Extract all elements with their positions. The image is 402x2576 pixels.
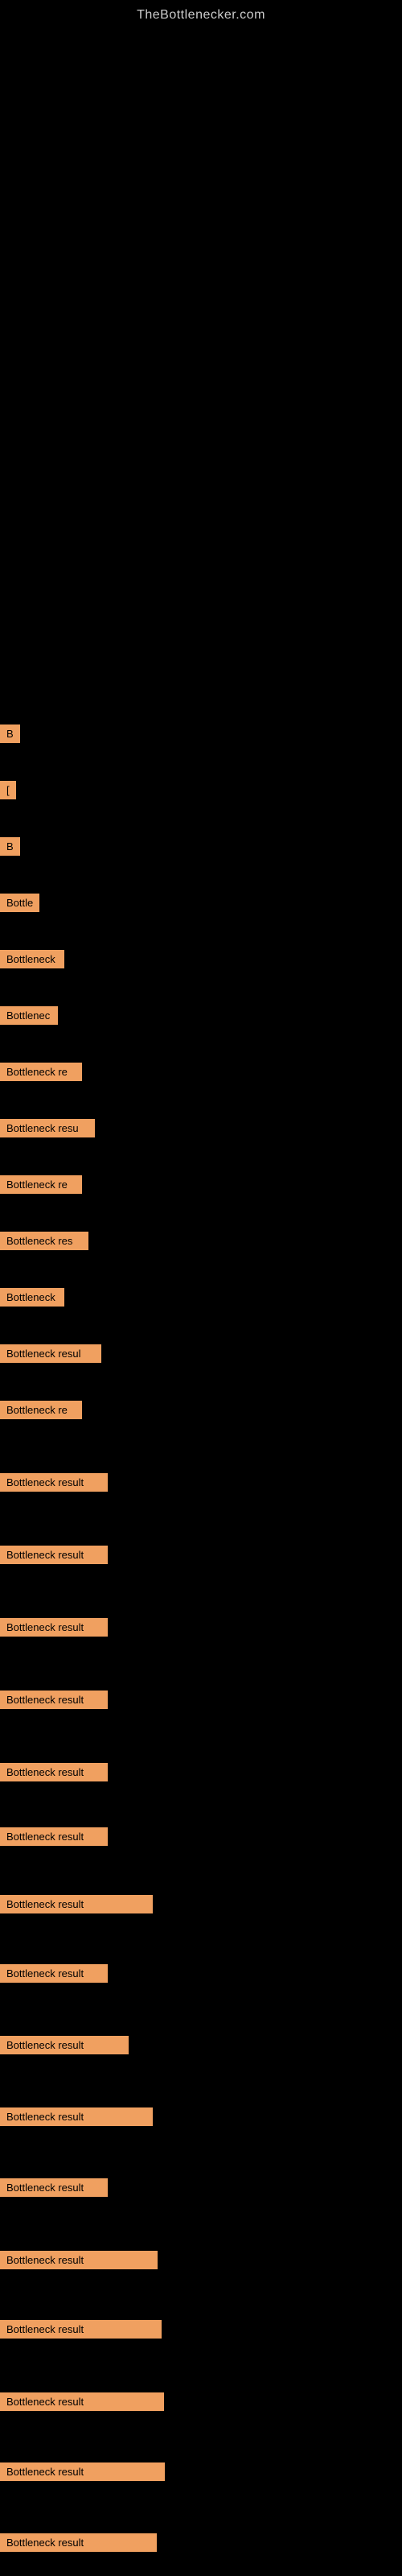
bottleneck-result-item[interactable]: Bottleneck result xyxy=(0,1763,108,1781)
bottleneck-result-item[interactable]: Bottleneck re xyxy=(0,1063,82,1081)
bottleneck-result-item[interactable]: Bottleneck result xyxy=(0,1618,108,1637)
bottleneck-result-item[interactable]: Bottleneck res xyxy=(0,1232,88,1250)
bottleneck-result-item[interactable]: Bottleneck result xyxy=(0,2462,165,2481)
bottleneck-result-item[interactable]: Bottleneck xyxy=(0,1288,64,1307)
site-title: TheBottlenecker.com xyxy=(0,0,402,23)
bottleneck-result-item[interactable]: Bottleneck result xyxy=(0,2251,158,2269)
bottleneck-result-item[interactable]: Bottleneck result xyxy=(0,2392,164,2411)
bottleneck-result-item[interactable]: Bottleneck result xyxy=(0,1473,108,1492)
bottleneck-result-item[interactable]: Bottleneck result xyxy=(0,1546,108,1564)
bottleneck-result-item[interactable]: Bottle xyxy=(0,894,39,912)
bottleneck-result-item[interactable]: Bottleneck result xyxy=(0,1827,108,1846)
bottleneck-result-item[interactable]: B xyxy=(0,724,20,743)
bottleneck-result-item[interactable]: Bottleneck result xyxy=(0,2178,108,2197)
bottleneck-result-item[interactable]: Bottleneck result xyxy=(0,1690,108,1709)
bottleneck-result-item[interactable]: Bottleneck xyxy=(0,950,64,968)
bottleneck-result-item[interactable]: Bottlenec xyxy=(0,1006,58,1025)
bottleneck-result-item[interactable]: Bottleneck result xyxy=(0,1895,153,1913)
bottleneck-result-item[interactable]: [ xyxy=(0,781,16,799)
bottleneck-result-item[interactable]: Bottleneck re xyxy=(0,1175,82,1194)
bottleneck-result-item[interactable]: Bottleneck result xyxy=(0,2533,157,2552)
bottleneck-result-item[interactable]: Bottleneck result xyxy=(0,2036,129,2054)
bottleneck-result-item[interactable]: Bottleneck result xyxy=(0,2320,162,2339)
bottleneck-result-item[interactable]: Bottleneck resu xyxy=(0,1119,95,1137)
bottleneck-result-item[interactable]: Bottleneck re xyxy=(0,1401,82,1419)
bottleneck-result-item[interactable]: Bottleneck result xyxy=(0,1964,108,1983)
bottleneck-result-item[interactable]: Bottleneck result xyxy=(0,2107,153,2126)
bottleneck-result-item[interactable]: B xyxy=(0,837,20,856)
bottleneck-result-item[interactable]: Bottleneck resul xyxy=(0,1344,101,1363)
